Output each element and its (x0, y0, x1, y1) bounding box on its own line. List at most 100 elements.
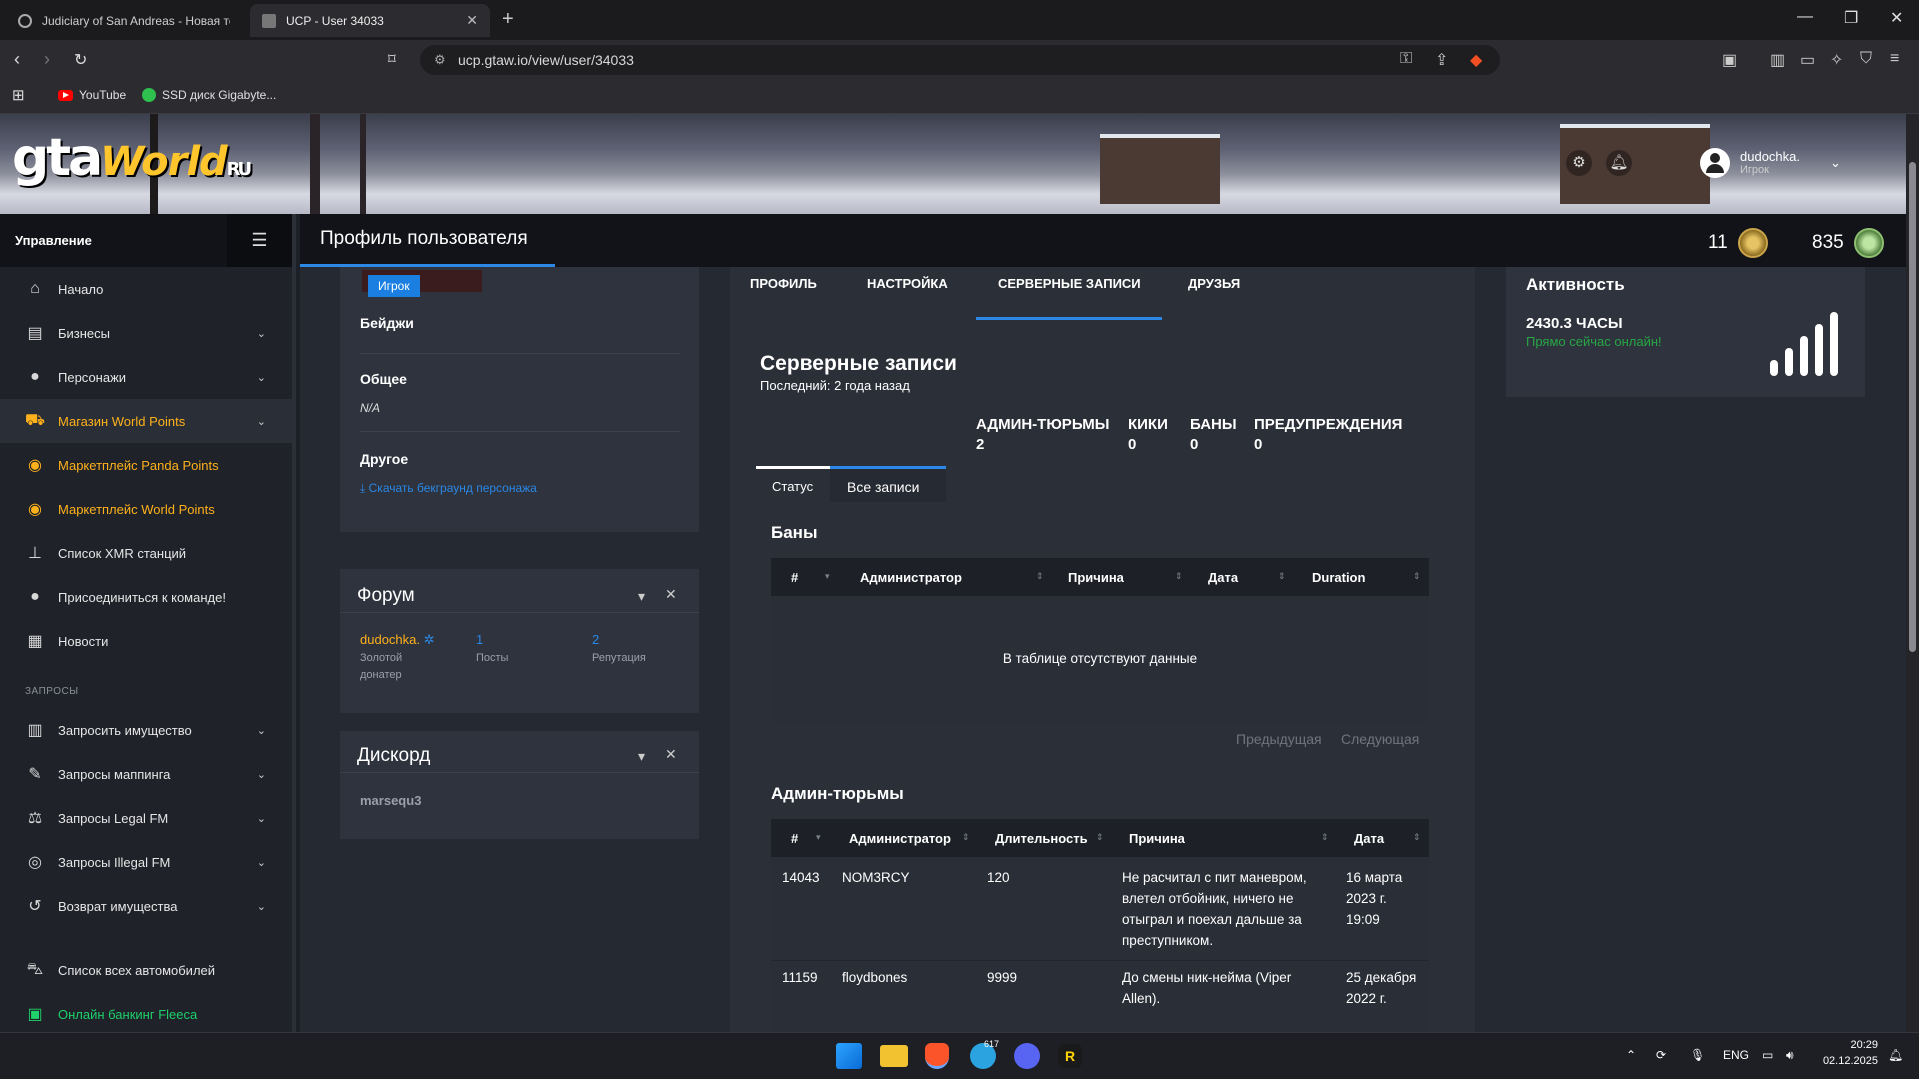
tab-friends[interactable]: ДРУЗЬЯ (1188, 276, 1240, 291)
download-background-link[interactable]: ⤓ Скачать бекграунд персонажа (360, 481, 537, 496)
sidebar-item-wp-market[interactable]: ◉ Маркетплейс World Points (0, 487, 292, 531)
sidebar-item-panda-market[interactable]: ◉ Маркетплейс Panda Points (0, 443, 292, 487)
sidebar-item-refund[interactable]: ↺ Возврат имущества ⌄ (0, 884, 292, 928)
sidebar-item-home[interactable]: ⌂ Начало (0, 267, 292, 311)
collapse-icon[interactable]: ▾ (638, 588, 645, 605)
sort-icon[interactable]: ⇕ (962, 832, 970, 843)
tab-settings[interactable]: НАСТРОЙКА (867, 276, 948, 291)
user-role: Игрок (1740, 164, 1769, 176)
sidebar-item-businesses[interactable]: ▤ Бизнесы ⌄ (0, 311, 292, 355)
column-header[interactable]: # (791, 831, 798, 846)
tab-server-records[interactable]: СЕРВЕРНЫЕ ЗАПИСИ (998, 276, 1141, 291)
menu-icon[interactable]: ≡ (1890, 50, 1899, 68)
column-header[interactable]: Причина (1129, 831, 1185, 846)
notification-icon[interactable]: 🔔︎ (1888, 1048, 1903, 1062)
sidebar-item-news[interactable]: ▦ Новости (0, 619, 292, 663)
sidebar-item-join-team[interactable]: ● Присоединиться к команде! (0, 575, 292, 619)
close-window-icon[interactable]: ✕ (1890, 8, 1903, 28)
bookmark-youtube[interactable]: YouTube (58, 88, 126, 102)
sidebar-item-legal-fm[interactable]: ⚖ Запросы Legal FM ⌄ (0, 796, 292, 840)
bookmark-ssd[interactable]: SSD диск Gigabyte... (142, 88, 276, 102)
sidebar-item-fleeca[interactable]: ▣ Онлайн банкинг Fleeca (0, 992, 292, 1036)
browser-tab-active[interactable]: UCP - User 34033 ✕ (250, 4, 490, 37)
volume-icon[interactable]: 🔊︎ (1786, 1048, 1794, 1063)
leo-ai-icon[interactable]: ✧ (1830, 50, 1843, 70)
close-icon[interactable]: ✕ (665, 586, 677, 603)
address-bar[interactable]: ⚙ ucp.gtaw.io/view/user/34033 (420, 45, 1500, 75)
counter-label: АДМИН-ТЮРЬМЫ (976, 416, 1110, 433)
sort-icon[interactable]: ⇕ (1413, 832, 1421, 843)
reload-icon[interactable]: ↻ (74, 50, 87, 70)
restore-icon[interactable]: ❐ (1844, 8, 1858, 28)
site-settings-icon[interactable]: ⚙ (434, 52, 446, 68)
sort-icon[interactable]: ⇕ (1278, 571, 1286, 582)
clock[interactable]: 20:29 02.12.2025 (1820, 1037, 1878, 1069)
column-header[interactable]: Администратор (849, 831, 951, 846)
browser-tab[interactable]: Judiciary of San Andreas - Новая тем (6, 4, 242, 37)
start-windows-icon[interactable] (836, 1043, 862, 1069)
sidebar-item-request-property[interactable]: ▥ Запросить имущество ⌄ (0, 708, 292, 752)
screenshot-icon[interactable]: ▣ (1722, 50, 1737, 70)
sort-icon[interactable]: ⇕ (1413, 571, 1421, 582)
scrollbar-thumb[interactable] (1909, 162, 1916, 652)
hamburger-icon[interactable]: ☰ (227, 214, 292, 267)
subtab-status[interactable]: Статус (756, 466, 830, 502)
sort-icon[interactable]: ⇕ (1321, 832, 1329, 843)
tray-chevron-icon[interactable]: ⌃ (1626, 1048, 1636, 1062)
sidebar-item-mapping[interactable]: ✎ Запросы маппинга ⌄ (0, 752, 292, 796)
close-tab-icon[interactable]: ✕ (466, 12, 478, 29)
forward-icon[interactable]: › (44, 49, 50, 70)
notification-bell-icon[interactable]: 🔔︎ (1606, 150, 1632, 176)
sidebar-item-wp-shop[interactable]: ⛟ Магазин World Points ⌄ (0, 399, 292, 443)
column-header[interactable]: Дата (1208, 570, 1238, 585)
vpn-icon[interactable]: ⛉ (1860, 50, 1872, 68)
column-header[interactable]: Дата (1354, 831, 1384, 846)
column-header[interactable]: Причина (1068, 570, 1124, 585)
wallet-icon[interactable]: ▭ (1800, 50, 1815, 70)
next-page-button[interactable]: Следующая (1341, 731, 1419, 747)
apps-grid-icon[interactable]: ⊞ (12, 86, 25, 104)
brave-browser-icon[interactable] (925, 1043, 949, 1069)
sort-icon[interactable]: ⇕ (1036, 571, 1044, 582)
back-icon[interactable]: ‹ (14, 49, 20, 70)
settings-gear-icon[interactable]: ⚙ (1566, 150, 1592, 176)
records-title: Серверные записи (760, 352, 957, 375)
column-header[interactable]: Duration (1312, 570, 1365, 585)
network-icon[interactable]: ▭ (1762, 1048, 1773, 1062)
gta-world-logo[interactable]: gtaWorldRU (12, 128, 252, 188)
microphone-icon[interactable]: 🎙︎ (1690, 1048, 1705, 1062)
minimize-icon[interactable]: — (1797, 8, 1813, 26)
sidebar-item-vehicles[interactable]: ⛍ Список всех автомобилей (0, 948, 292, 992)
bookmark-icon[interactable]: ⌑ (388, 50, 396, 68)
column-header[interactable]: # (791, 570, 798, 585)
forum-username[interactable]: dudochka. ✲ (360, 632, 435, 648)
file-explorer-icon[interactable] (880, 1045, 908, 1067)
sort-icon[interactable]: ▾ (816, 832, 821, 843)
subtab-all-records[interactable]: Все записи (830, 466, 946, 502)
brave-shield-icon[interactable]: ◆ (1470, 50, 1482, 70)
share-icon[interactable]: ⇪ (1435, 50, 1448, 70)
collapse-icon[interactable]: ▾ (638, 748, 645, 765)
sort-icon[interactable]: ▾ (825, 571, 830, 582)
close-icon[interactable]: ✕ (665, 746, 677, 763)
sync-icon[interactable]: ⟳ (1656, 1048, 1666, 1062)
rage-mp-icon[interactable]: R (1058, 1044, 1082, 1068)
table-row: 11159 floydbones 9999 До смены ник-нейма… (771, 961, 1429, 1032)
sidebar-toggle-icon[interactable]: ▥ (1770, 50, 1785, 70)
user-menu[interactable]: dudochka. Игрок ⌄ (1700, 148, 1841, 178)
sort-icon[interactable]: ⇕ (1096, 832, 1104, 843)
language-indicator[interactable]: ENG (1723, 1048, 1749, 1062)
key-icon[interactable]: ⚿ (1400, 50, 1412, 68)
tab-profile[interactable]: ПРОФИЛЬ (750, 276, 817, 291)
telegram-icon[interactable]: 617 (970, 1039, 999, 1069)
new-tab-button[interactable]: + (502, 8, 514, 31)
sidebar-item-xmr[interactable]: ⊥ Список XMR станций (0, 531, 292, 575)
discord-icon[interactable] (1014, 1043, 1040, 1069)
sidebar-item-illegal-fm[interactable]: ◎ Запросы Illegal FM ⌄ (0, 840, 292, 884)
sort-icon[interactable]: ⇕ (1175, 571, 1183, 582)
prev-page-button[interactable]: Предыдущая (1236, 731, 1322, 747)
column-header[interactable]: Администратор (860, 570, 962, 585)
column-header[interactable]: Длительность (995, 831, 1088, 846)
sidebar-item-characters[interactable]: ● Персонажи ⌄ (0, 355, 292, 399)
page-scrollbar[interactable] (1906, 114, 1919, 1032)
